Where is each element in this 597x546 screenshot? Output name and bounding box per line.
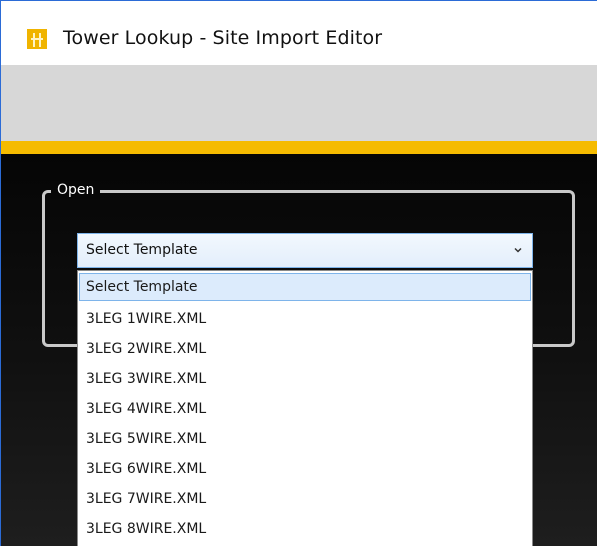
dropdown-option-select-template[interactable]: Select Template (79, 273, 531, 301)
tower-icon (27, 29, 47, 49)
dropdown-option-3leg-7wire[interactable]: 3LEG 7WIRE.XML (79, 485, 531, 513)
template-select[interactable]: Select Template (77, 233, 533, 268)
dropdown-option-3leg-1wire[interactable]: 3LEG 1WIRE.XML (79, 305, 531, 333)
tower-icon-leg-right (39, 33, 41, 47)
dropdown-option-3leg-5wire[interactable]: 3LEG 5WIRE.XML (79, 425, 531, 453)
tower-icon-crossbar (31, 38, 43, 40)
title-bar[interactable]: Tower Lookup - Site Import Editor (1, 1, 597, 65)
toolbar (1, 65, 597, 141)
dropdown-option-3leg-3wire[interactable]: 3LEG 3WIRE.XML (79, 365, 531, 393)
template-dropdown-list[interactable]: Select Template 3LEG 1WIRE.XML 3LEG 2WIR… (77, 270, 533, 546)
chevron-down-icon (514, 247, 522, 253)
window-title: Tower Lookup - Site Import Editor (63, 27, 383, 49)
dropdown-option-3leg-6wire[interactable]: 3LEG 6WIRE.XML (79, 455, 531, 483)
template-select-value: Select Template (86, 242, 198, 258)
dropdown-option-3leg-2wire[interactable]: 3LEG 2WIRE.XML (79, 335, 531, 363)
open-group-legend: Open (51, 181, 101, 199)
accent-stripe (1, 141, 597, 154)
tower-icon-leg-left (33, 33, 35, 47)
dropdown-option-3leg-4wire[interactable]: 3LEG 4WIRE.XML (79, 395, 531, 423)
dropdown-option-3leg-8wire[interactable]: 3LEG 8WIRE.XML (79, 515, 531, 543)
